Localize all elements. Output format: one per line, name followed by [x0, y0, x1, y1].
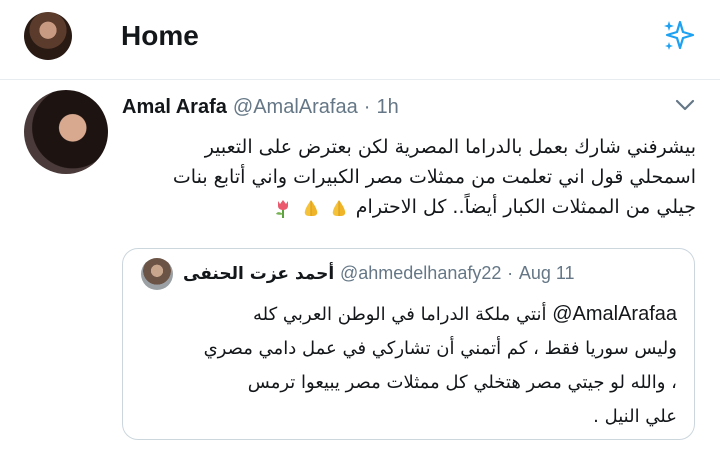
- quoted-author-avatar[interactable]: [141, 258, 173, 290]
- quoted-tweet[interactable]: أحمد عزت الحنفى @ahmedelhanafy22 · Aug 1…: [122, 248, 695, 440]
- tweet-text-span: جيلي من الممثلات الكبار أيضاً.. كل الاحت…: [355, 196, 696, 218]
- tweet-text-line: بيشرفني شارك بعمل بالدراما المصرية لكن ب…: [204, 136, 696, 158]
- meta-separator: ·: [507, 263, 514, 283]
- header: Home: [0, 0, 720, 74]
- mention-link[interactable]: @AmalArafaa: [552, 303, 677, 325]
- quoted-text-line: ، والله لو جيتي مصر هتخلي كل ممثلات مصر …: [247, 372, 677, 393]
- tweet-text-line: جيلي من الممثلات الكبار أيضاً.. كل الاحت…: [118, 192, 696, 222]
- header-divider: [0, 79, 720, 80]
- quoted-text-span: أنتي ملكة الدراما في الوطن العربي كله: [253, 304, 547, 325]
- quoted-tweet-date: Aug 11: [518, 263, 575, 283]
- profile-avatar[interactable]: [24, 12, 72, 60]
- tweet-author-handle[interactable]: @AmalArafaa: [233, 96, 358, 118]
- tweet-author-name[interactable]: Amal Arafa: [122, 96, 227, 118]
- chevron-down-icon[interactable]: [674, 98, 696, 112]
- tweet-meta: Amal Arafa @AmalArafaa · 1h: [122, 95, 399, 121]
- meta-separator: ·: [363, 96, 371, 118]
- quoted-author-handle[interactable]: @ahmedelhanafy22: [340, 263, 501, 283]
- quoted-text-line: وليس سوريا فقط ، كم أتمني أن تشاركي في ع…: [203, 338, 677, 359]
- quoted-author-name[interactable]: أحمد عزت الحنفى: [183, 264, 334, 284]
- tulip-icon: [275, 199, 288, 218]
- sparkle-icon[interactable]: [660, 18, 696, 54]
- page-title: Home: [121, 20, 199, 51]
- tweet-text-line: اسمحلي قول اني تعلمت من ممثلات مصر الكبي…: [172, 166, 696, 188]
- quoted-text-line: @AmalArafaa أنتي ملكة الدراما في الوطن ا…: [141, 297, 677, 332]
- tweet-text: بيشرفني شارك بعمل بالدراما المصرية لكن ب…: [118, 132, 696, 222]
- quoted-tweet-text: @AmalArafaa أنتي ملكة الدراما في الوطن ا…: [141, 297, 677, 434]
- tweet-timestamp[interactable]: 1h: [376, 96, 398, 118]
- quoted-text-line: علي النيل .: [593, 406, 677, 427]
- folded-hands-icon: [304, 199, 317, 216]
- quoted-tweet-meta: أحمد عزت الحنفى @ahmedelhanafy22 · Aug 1…: [183, 261, 575, 286]
- tweet-author-avatar[interactable]: [24, 90, 108, 174]
- folded-hands-icon: [332, 199, 346, 216]
